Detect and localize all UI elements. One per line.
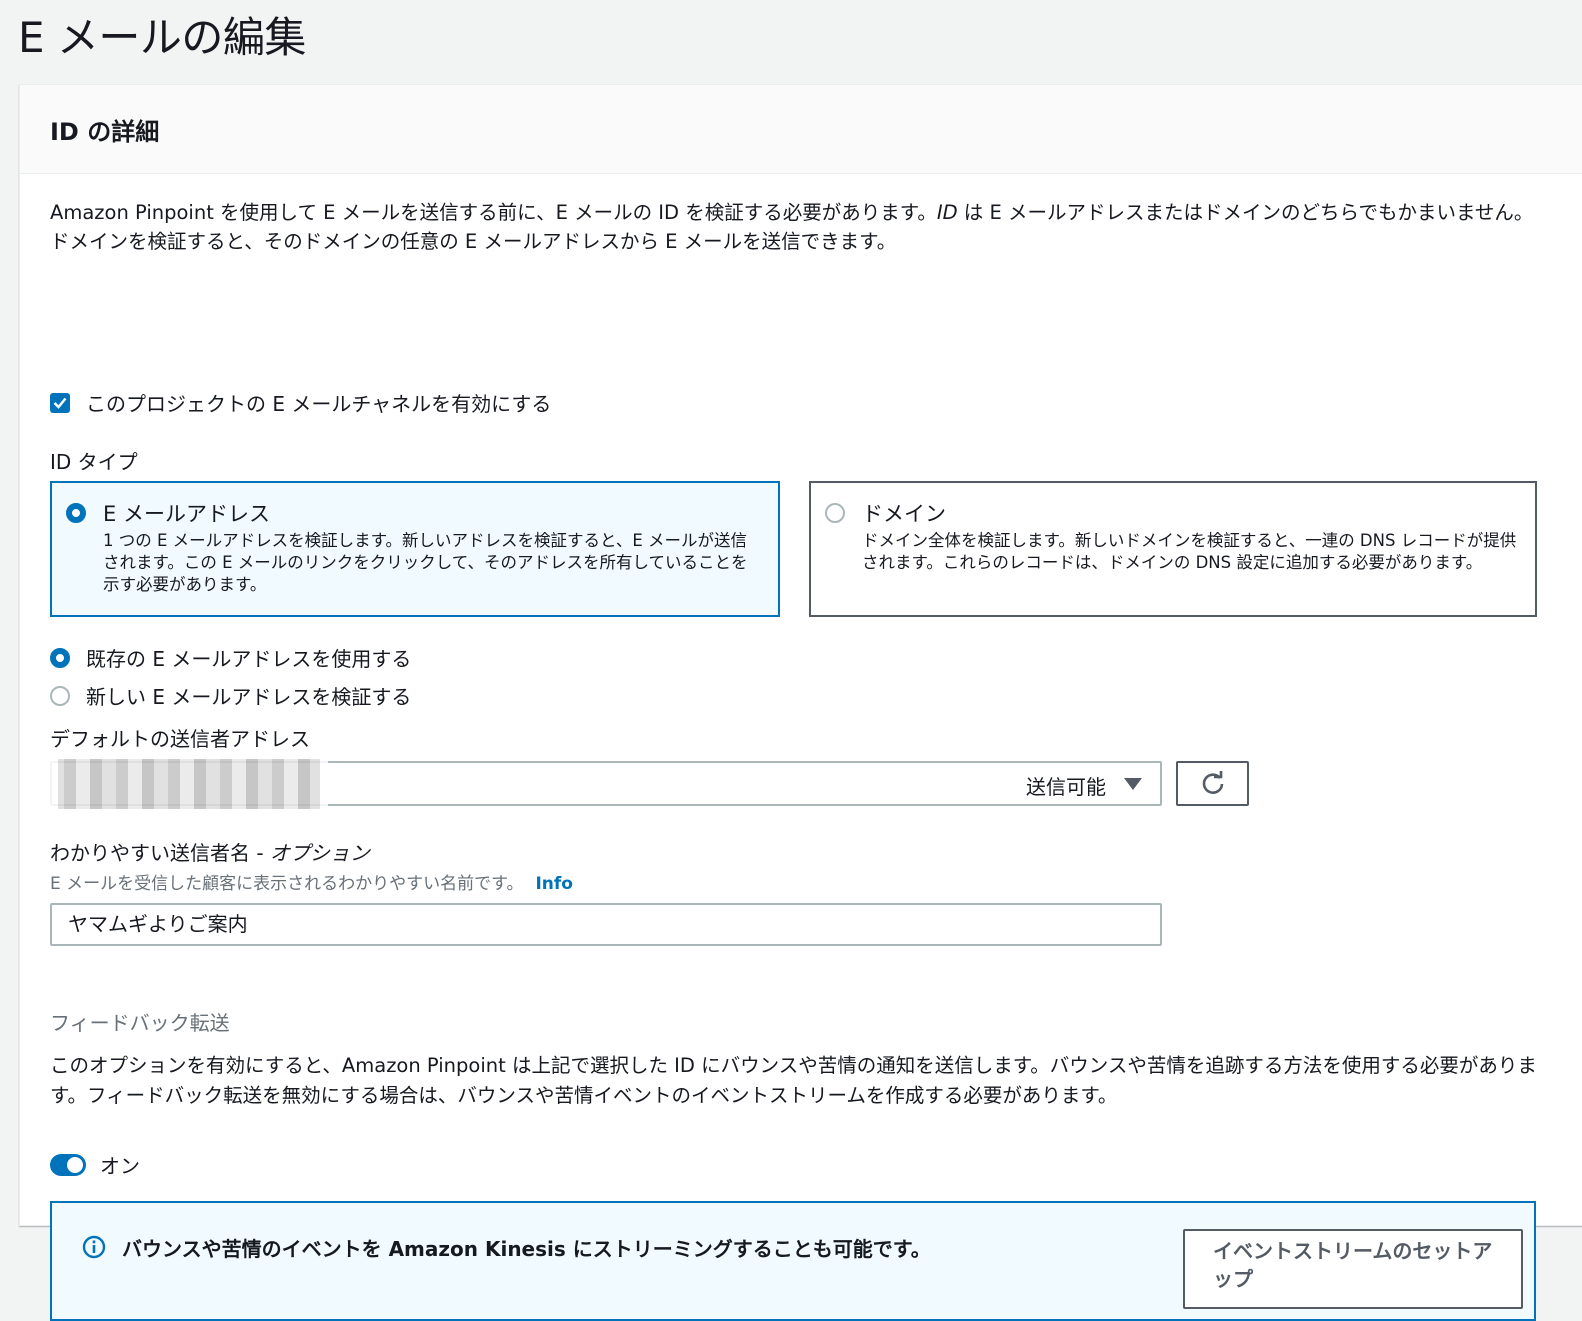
intro-part1: Amazon Pinpoint を使用して E メールを送信する前に、E メール… [50,201,937,224]
radio-existing-address-button[interactable] [50,647,70,668]
feedback-toggle-label: オン [100,1154,140,1178]
friendly-name-optional: オプション [269,841,370,865]
setup-event-stream-button[interactable]: イベントストリームのセットアップ [1183,1229,1523,1309]
tile-domain[interactable]: ドメイン ドメイン全体を検証します。新しいドメインを検証すると、一連の DNS … [809,481,1537,617]
tile-domain-description: ドメイン全体を検証します。新しいドメインを検証すると、一連の DNS レコードが… [862,531,1517,572]
info-icon [82,1235,106,1259]
caret-down-icon [1124,778,1142,790]
friendly-name-description-text: E メールを受信した顧客に表示されるわかりやすい名前です。 [50,874,524,894]
identity-type-label: ID タイプ [50,450,138,474]
enable-channel-row[interactable]: このプロジェクトの E メールチャネルを有効にする [50,388,551,417]
radio-existing-address[interactable]: 既存の E メールアドレスを使用する [50,643,411,672]
sender-address-select[interactable]: 送信可能 [50,759,1162,809]
friendly-name-label-text: わかりやすい送信者名 - [50,841,270,865]
radio-new-address-button[interactable] [50,685,70,706]
refresh-icon [1202,770,1223,794]
feedback-heading: フィードバック転送 [50,1011,230,1035]
page-title: E メールの編集 [18,13,306,62]
alert-text: バウンスや苦情のイベントを Amazon Kinesis にストリーミングするこ… [122,1237,931,1261]
tile-domain-radio[interactable] [825,503,845,523]
tile-email-title: E メールアドレス [103,502,270,526]
radio-existing-address-label: 既存の E メールアドレスを使用する [86,647,412,671]
friendly-name-input[interactable]: ヤマムギよりご案内 [50,903,1162,946]
radio-new-address[interactable]: 新しい E メールアドレスを検証する [50,681,411,710]
panel-title: ID の詳細 [50,117,160,146]
enable-channel-checkbox[interactable] [50,392,70,413]
radio-new-address-label: 新しい E メールアドレスを検証する [86,685,412,709]
redacted-address [50,759,328,809]
feedback-toggle[interactable] [50,1153,86,1176]
tile-email-description: 1 つの E メールアドレスを検証します。新しいアドレスを検証すると、E メール… [103,531,748,594]
intro-italic: ID [936,201,958,224]
refresh-button[interactable] [1176,761,1249,806]
tile-email-address[interactable]: E メールアドレス 1 つの E メールアドレスを検証します。新しいアドレスを検… [50,481,780,617]
intro-text: Amazon Pinpoint を使用して E メールを送信する前に、E メール… [50,198,1550,256]
friendly-name-description: E メールを受信した顧客に表示されるわかりやすい名前です。 Info [50,869,573,894]
tile-domain-title: ドメイン [862,502,946,526]
friendly-name-label: わかりやすい送信者名 - オプション [50,837,370,866]
enable-channel-label: このプロジェクトの E メールチャネルを有効にする [86,392,552,416]
sender-address-label: デフォルトの送信者アドレス [50,727,310,751]
feedback-toggle-row[interactable]: オン [50,1150,140,1179]
sender-address-status: 送信可能 [1026,775,1106,799]
identity-details-panel: ID の詳細 Amazon Pinpoint を使用して E メールを送信する前… [19,84,1582,1321]
info-link[interactable]: Info [535,874,573,894]
feedback-description: このオプションを有効にすると、Amazon Pinpoint は上記で選択した … [50,1054,1537,1107]
kinesis-alert: バウンスや苦情のイベントを Amazon Kinesis にストリーミングするこ… [50,1201,1536,1321]
check-icon [53,397,67,409]
tile-email-radio[interactable] [66,503,86,523]
panel-header: ID の詳細 [20,85,1582,174]
